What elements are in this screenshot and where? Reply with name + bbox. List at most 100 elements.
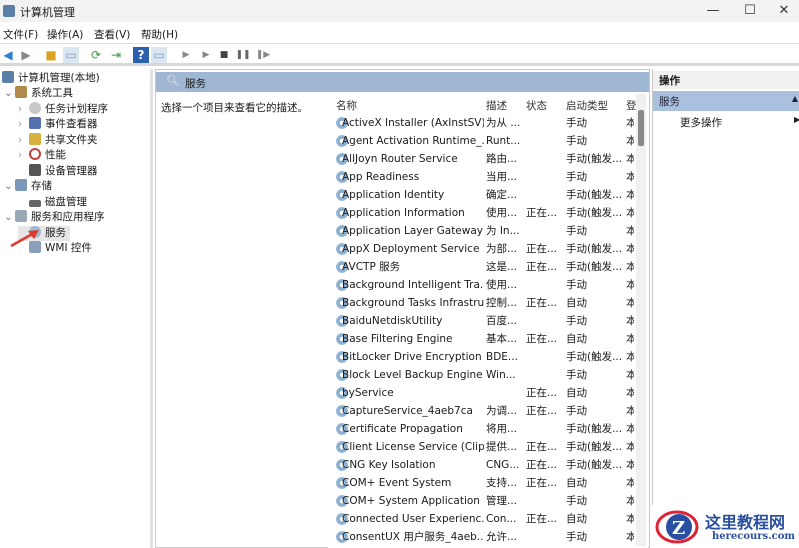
collapse-icon[interactable]: ▲ — [792, 94, 798, 103]
tree-item-storage[interactable]: ⌄ 存储 — [4, 179, 52, 195]
column-header-startup-type[interactable]: 启动类型 — [566, 98, 608, 113]
toolbar: ◀ ▶ ■ ▭ ⟳ ⇥ ? ▭ ▶ ▶ ■ ❚❚ ❚▶ — [0, 44, 799, 66]
tree-item-system-tools[interactable]: ⌄ 系统工具 — [4, 86, 73, 102]
more-actions-link[interactable]: 更多操作 — [680, 115, 722, 130]
actions-section-services[interactable]: 服务 ▲ — [653, 91, 799, 111]
expander-icon[interactable]: › — [18, 148, 29, 164]
tree-item-event-viewer[interactable]: › 事件查看器 — [18, 117, 98, 133]
show-hide-tree-icon[interactable]: ▭ — [63, 47, 79, 63]
tree-item-task-scheduler[interactable]: › 任务计划程序 — [18, 101, 108, 118]
minimize-button[interactable]: — — [693, 2, 733, 20]
window-title: 计算机管理 — [20, 6, 75, 19]
service-row[interactable]: Client License Service (Clip... 提供... 正在..… — [336, 438, 636, 456]
service-status: 正在... — [526, 261, 558, 273]
tree-item-shared-folders[interactable]: › 共享文件夹 — [18, 132, 98, 149]
column-header-description[interactable]: 描述 — [486, 98, 507, 113]
actions-pane: 操作 服务 ▲ 更多操作 ▶ — [652, 69, 799, 548]
service-startup-type: 手动 — [566, 495, 587, 507]
service-row[interactable]: Base Filtering Engine 基本... 正在... 自动 本 — [336, 330, 636, 348]
service-logon: 本 — [626, 225, 634, 237]
play-alt-icon[interactable]: ▶ — [198, 47, 214, 63]
help-icon[interactable]: ? — [133, 47, 149, 63]
service-logon: 本 — [626, 117, 634, 129]
stop-icon[interactable]: ■ — [216, 47, 232, 63]
service-startup-type: 自动 — [566, 477, 587, 489]
restart-icon[interactable]: ❚▶ — [255, 47, 271, 63]
service-row[interactable]: Application Layer Gateway ... 为 In... 手动 本 — [336, 222, 636, 240]
menu-file[interactable]: 文件(F) — [3, 27, 38, 42]
section-label: 服务 — [659, 96, 680, 108]
menu-action[interactable]: 操作(A) — [47, 27, 83, 42]
service-row[interactable]: CaptureService_4aeb7ca 为调... 正在... 手动 本 — [336, 402, 636, 420]
service-row[interactable]: ActiveX Installer (AxInstSV) 为从 ... 手动 本 — [336, 114, 636, 132]
service-row[interactable]: AllJoyn Router Service 路由... 手动(触发... 本 — [336, 150, 636, 168]
service-row[interactable]: Certificate Propagation 将用... 手动(触发... 本 — [336, 420, 636, 438]
export-icon[interactable]: ⇥ — [108, 47, 124, 63]
vertical-scrollbar[interactable] — [636, 94, 646, 546]
expander-icon[interactable]: › — [18, 133, 29, 149]
service-name: CaptureService_4aeb7ca — [342, 405, 473, 417]
scrollbar-thumb[interactable] — [638, 110, 644, 146]
service-startup-type: 手动(触发... — [566, 189, 623, 201]
tree-item-disk-management[interactable]: 磁盘管理 — [18, 195, 87, 211]
refresh-icon[interactable]: ⟳ — [88, 47, 104, 63]
service-row[interactable]: byService 正在... 自动 本 — [336, 384, 636, 402]
service-row[interactable]: COM+ System Application 管理... 手动 本 — [336, 492, 636, 510]
service-logon: 本 — [626, 477, 634, 489]
service-row[interactable]: AppX Deployment Service ... 为部... 正在... 手动(… — [336, 240, 636, 258]
service-name: Agent Activation Runtime_... — [342, 135, 484, 147]
service-name: BaiduNetdiskUtility — [342, 315, 443, 327]
service-startup-type: 手动 — [566, 279, 587, 291]
column-header-status[interactable]: 状态 — [526, 98, 547, 113]
tree-item-performance[interactable]: › 性能 — [18, 148, 66, 164]
up-folder-icon[interactable]: ■ — [43, 47, 59, 63]
pause-icon[interactable]: ❚❚ — [235, 47, 251, 63]
service-name: byService — [342, 387, 394, 399]
service-description: 为部... — [486, 243, 518, 255]
expander-icon[interactable]: ⌄ — [4, 210, 15, 226]
tree-label: 设备管理器 — [45, 164, 98, 177]
service-startup-type: 手动 — [566, 405, 587, 417]
service-row[interactable]: Background Tasks Infrastru... 控制... 正在... 自… — [336, 294, 636, 312]
service-row[interactable]: App Readiness 当用... 手动 本 — [336, 168, 636, 186]
expander-icon[interactable]: ⌄ — [4, 179, 15, 195]
service-row[interactable]: CNG Key Isolation CNG... 正在... 手动(触发... 本 — [336, 456, 636, 474]
expander-icon[interactable]: › — [18, 102, 29, 118]
computer-management-icon — [3, 5, 15, 17]
menu-help[interactable]: 帮助(H) — [141, 27, 178, 42]
service-status: 正在... — [526, 441, 558, 453]
service-row[interactable]: Block Level Backup Engine ... Win... 手动 本 — [336, 366, 636, 384]
tree-item-device-manager[interactable]: 设备管理器 — [18, 163, 98, 180]
service-logon: 本 — [626, 351, 634, 363]
tree-root[interactable]: 计算机管理(本地) — [2, 71, 100, 87]
column-header-logon[interactable]: 登 — [626, 98, 637, 113]
menu-view[interactable]: 查看(V) — [94, 27, 130, 42]
close-button[interactable]: ✕ — [764, 2, 799, 20]
service-row[interactable]: COM+ Event System 支持... 正在... 自动 本 — [336, 474, 636, 492]
service-startup-type: 手动 — [566, 171, 587, 183]
properties-icon[interactable]: ▭ — [151, 47, 167, 63]
submenu-arrow-icon: ▶ — [794, 115, 799, 124]
service-row[interactable]: Connected User Experienc... Con... 正在... 自动… — [336, 510, 636, 528]
service-row[interactable]: AVCTP 服务 这是... 正在... 手动(触发... 本 — [336, 258, 636, 276]
service-startup-type: 手动(触发... — [566, 441, 623, 453]
service-row[interactable]: ConsentUX 用户服务_4aeb... 允许... 手动 本 — [336, 528, 636, 546]
service-startup-type: 自动 — [566, 297, 587, 309]
expander-icon[interactable]: › — [18, 117, 29, 133]
service-row[interactable]: Background Intelligent Tra... 使用... 手动 本 — [336, 276, 636, 294]
service-name: ConsentUX 用户服务_4aeb... — [342, 531, 484, 543]
forward-icon[interactable]: ▶ — [18, 47, 34, 63]
service-row[interactable]: Application Information 使用... 正在... 手动(触发..… — [336, 204, 636, 222]
column-header-name[interactable]: 名称 — [336, 98, 357, 113]
tree-item-services-apps[interactable]: ⌄ 服务和应用程序 — [4, 210, 105, 226]
expander-icon[interactable]: ⌄ — [4, 86, 15, 102]
service-row[interactable]: Application Identity 确定... 手动(触发... 本 — [336, 186, 636, 204]
service-logon: 本 — [626, 135, 634, 147]
play-icon[interactable]: ▶ — [178, 47, 194, 63]
tree-label: 事件查看器 — [45, 118, 98, 130]
service-row[interactable]: BaiduNetdiskUtility 百度... 手动 本 — [336, 312, 636, 330]
service-logon: 本 — [626, 243, 634, 255]
back-icon[interactable]: ◀ — [0, 47, 16, 63]
service-row[interactable]: BitLocker Drive Encryption ... BDE... 手动(触… — [336, 348, 636, 366]
service-row[interactable]: Agent Activation Runtime_... Runt... 手动 本 — [336, 132, 636, 150]
